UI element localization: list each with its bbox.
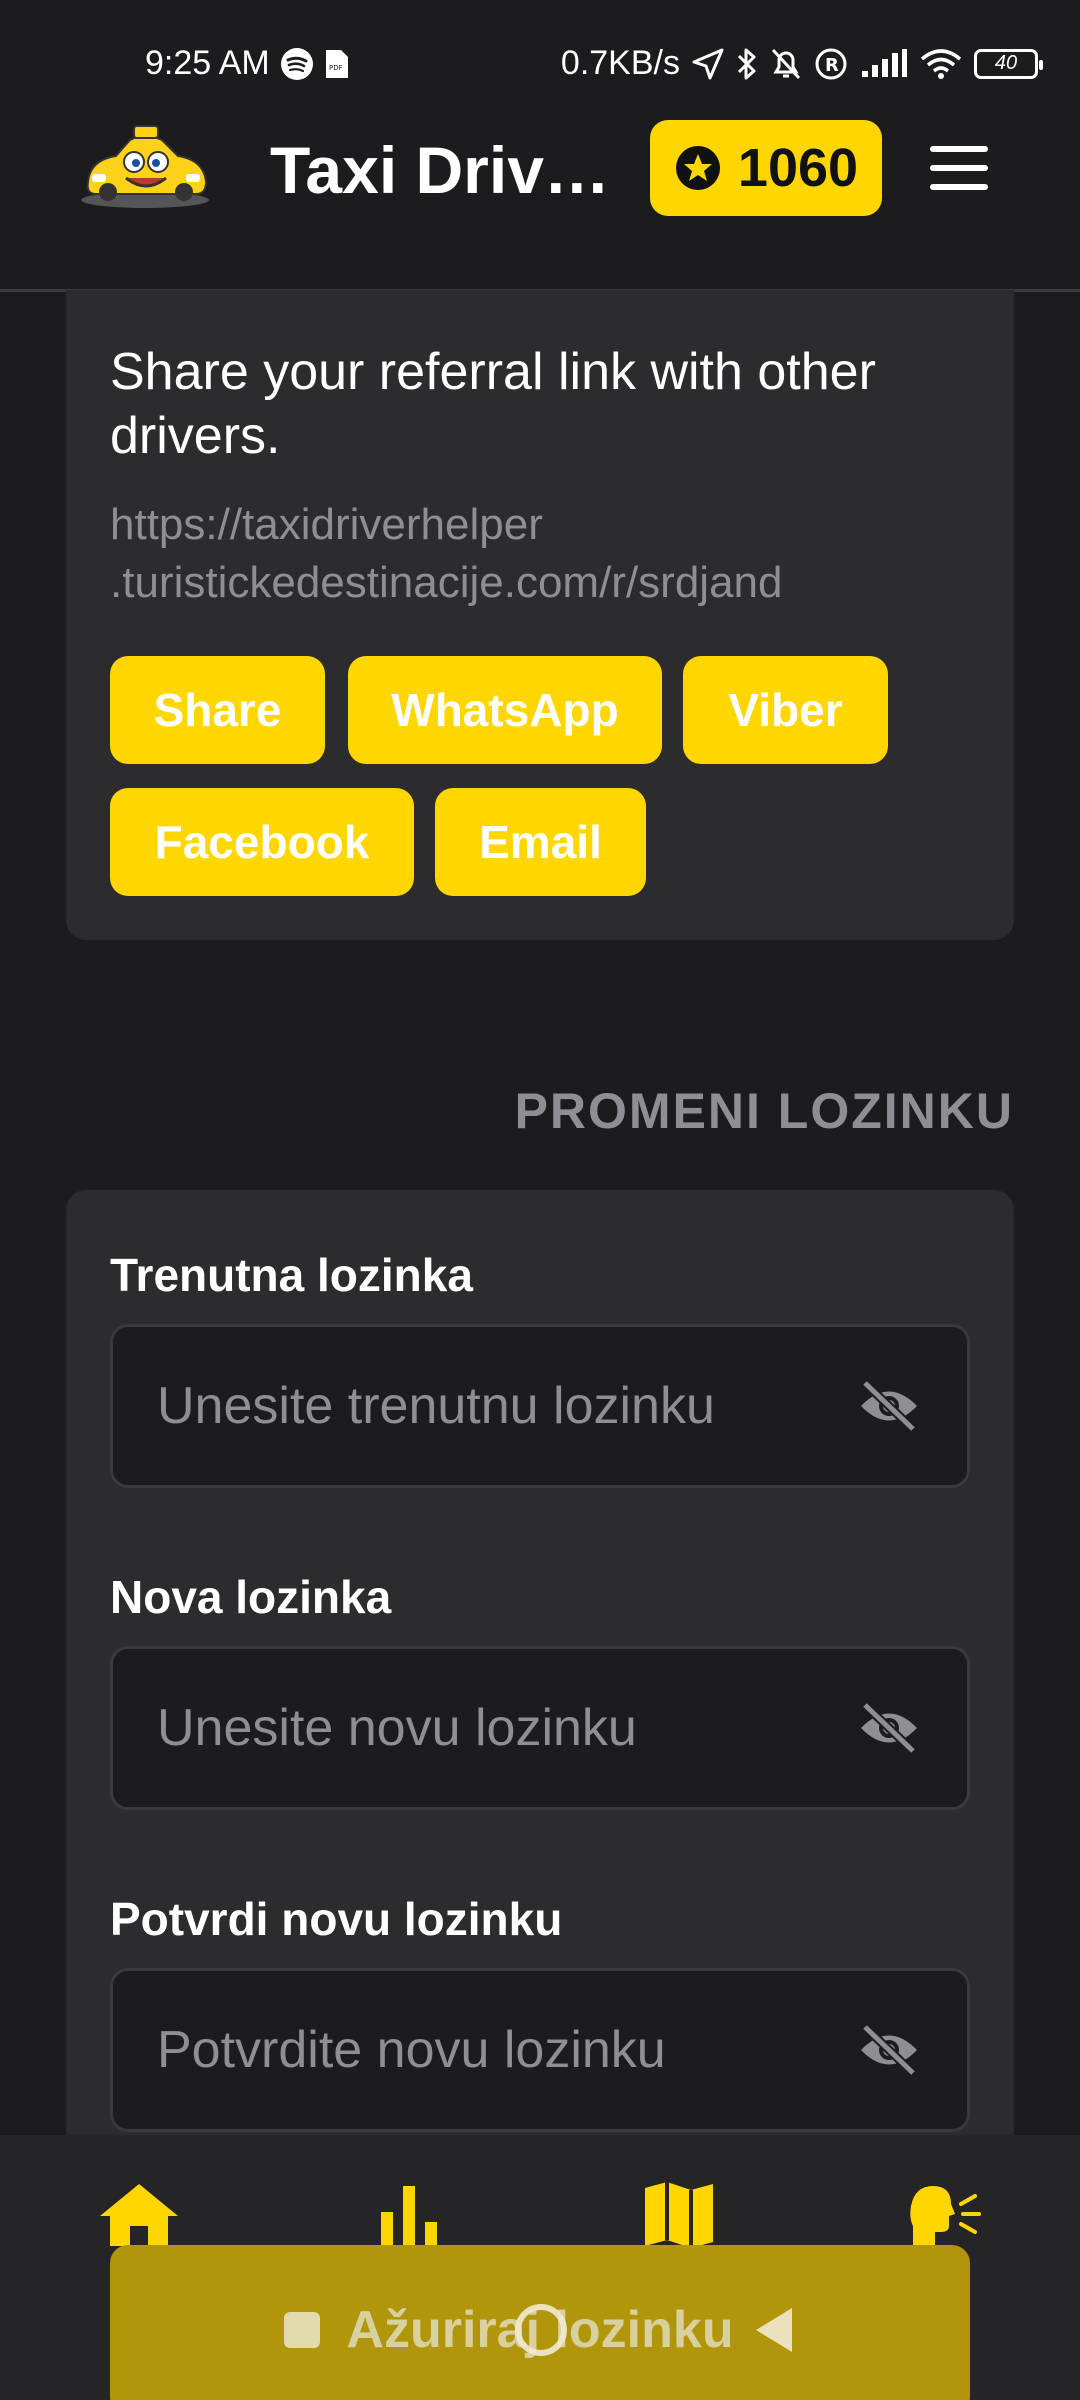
signal-icon <box>860 48 908 79</box>
eye-off-icon[interactable] <box>857 2023 921 2077</box>
map-icon[interactable] <box>634 2175 724 2255</box>
referral-text: Share your referral link with other driv… <box>110 343 876 465</box>
voice-icon[interactable] <box>900 2175 990 2255</box>
status-bar: 9:25 AM PDF 0.7KB/s R 40 <box>0 0 1080 110</box>
app-header: Taxi Driver Helper 1060 <box>0 110 1080 292</box>
hamburger-menu-icon[interactable] <box>930 146 988 190</box>
new-password-field[interactable] <box>110 1646 970 1810</box>
home-icon[interactable] <box>94 2175 184 2255</box>
wifi-icon <box>920 48 962 80</box>
menu-line <box>930 184 988 190</box>
bell-off-icon <box>770 47 802 81</box>
eye-off-icon[interactable] <box>857 1701 921 1755</box>
update-password-button[interactable]: Ažuriraj lozinku <box>110 2245 970 2400</box>
menu-line <box>930 146 988 152</box>
menu-line <box>930 165 988 171</box>
registered-icon: R <box>814 47 848 81</box>
viber-button[interactable]: Viber <box>683 656 888 764</box>
share-button[interactable]: Share <box>110 656 325 764</box>
whatsapp-button[interactable]: WhatsApp <box>348 656 662 764</box>
taxi-logo-icon <box>78 120 213 210</box>
net-speed: 0.7KB/s <box>560 44 680 82</box>
status-time: 9:25 AM <box>145 44 270 82</box>
star-circle-icon <box>675 146 720 190</box>
referral-card: Share your referral link with other driv… <box>66 290 1014 940</box>
current-password-label: Trenutna lozinka <box>110 1249 473 1301</box>
current-password-input[interactable] <box>157 1327 837 1485</box>
email-button[interactable]: Email <box>435 788 646 896</box>
spotify-icon <box>280 47 314 81</box>
svg-text:PDF: PDF <box>329 64 343 72</box>
app-screen: 9:25 AM PDF 0.7KB/s R 40 Taxi Driver 106… <box>0 0 1080 2400</box>
points-value: 1060 <box>737 138 859 198</box>
confirm-password-input[interactable] <box>157 1971 837 2129</box>
svg-text:R: R <box>825 55 839 76</box>
app-title: Taxi Driver Helper <box>270 133 645 207</box>
status-left: 9:25 AM PDF <box>145 44 350 83</box>
confirm-password-label: Potvrdi novu lozinku <box>110 1893 563 1945</box>
battery-icon: 40 <box>974 48 1043 79</box>
new-password-input[interactable] <box>157 1649 837 1807</box>
pdf-icon: PDF <box>324 48 350 80</box>
referral-link-line2: .turistickedestinacije.com/r/srdjand <box>110 558 783 607</box>
bluetooth-icon <box>736 47 758 81</box>
eye-off-icon[interactable] <box>857 1379 921 1433</box>
points-badge[interactable]: 1060 <box>650 120 882 216</box>
stats-icon[interactable] <box>364 2175 454 2255</box>
change-password-title: PROMENI LOZINKU <box>514 1083 1014 1139</box>
referral-link[interactable]: https://taxidriverhelper .turistickedest… <box>110 496 990 612</box>
facebook-button[interactable]: Facebook <box>110 788 414 896</box>
current-password-field[interactable] <box>110 1324 970 1488</box>
referral-link-line1: https://taxidriverhelper <box>110 500 543 549</box>
new-password-label: Nova lozinka <box>110 1571 392 1623</box>
status-right: 0.7KB/s R 40 <box>560 44 1043 83</box>
confirm-password-field[interactable] <box>110 1968 970 2132</box>
location-arrow-icon <box>692 48 724 80</box>
